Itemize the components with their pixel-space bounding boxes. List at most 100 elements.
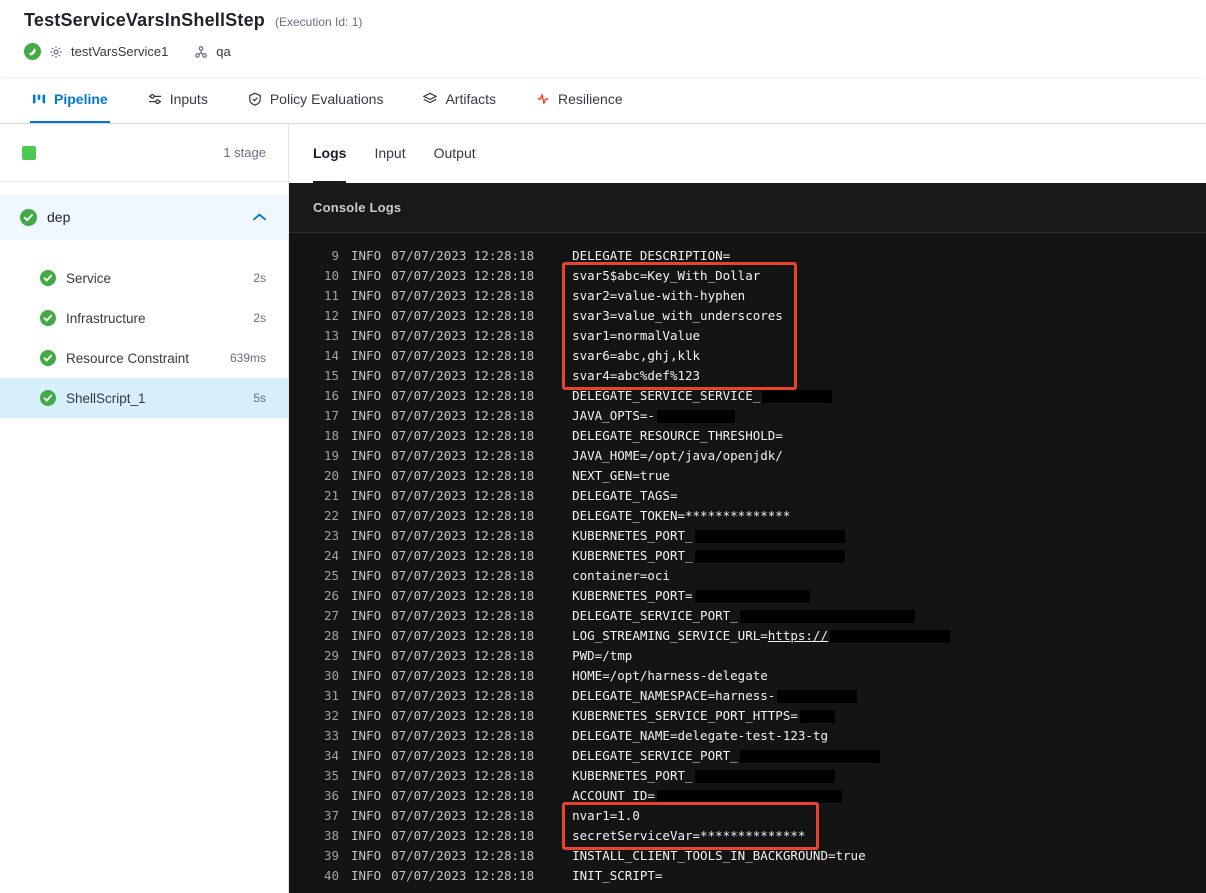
log-level: INFO <box>351 348 382 363</box>
log-level: INFO <box>351 688 382 703</box>
log-level: INFO <box>351 848 382 863</box>
log-row: 10 INFO 07/07/2023 12:28:18 svar5$abc=Key_W… <box>289 266 1206 286</box>
artifacts-icon <box>423 92 438 106</box>
log-timestamp: 07/07/2023 12:28:18 <box>391 608 535 623</box>
log-row: 40 INFO 07/07/2023 12:28:18 INIT_SCRIPT= <box>289 866 1206 886</box>
tab-resilience[interactable]: Resilience <box>534 77 625 123</box>
log-timestamp: 07/07/2023 12:28:18 <box>391 648 535 663</box>
log-timestamp: 07/07/2023 12:28:18 <box>391 468 535 483</box>
log-row: 29 INFO 07/07/2023 12:28:18 PWD=/tmp <box>289 646 1206 666</box>
log-level: INFO <box>351 588 382 603</box>
log-level: INFO <box>351 508 382 523</box>
redacted-value <box>799 710 835 723</box>
log-message: DELEGATE_NAMESPACE=harness- <box>572 686 858 706</box>
step-item-infrastructure[interactable]: Infrastructure 2s <box>0 298 288 338</box>
log-level: INFO <box>351 408 382 423</box>
log-message: DELEGATE_TOKEN=************** <box>572 508 791 523</box>
log-message: svar3=value_with_underscores <box>572 308 783 323</box>
tab-policy-evaluations[interactable]: Policy Evaluations <box>246 77 386 123</box>
log-row: 20 INFO 07/07/2023 12:28:18 NEXT_GEN=true <box>289 466 1206 486</box>
log-timestamp: 07/07/2023 12:28:18 <box>391 348 535 363</box>
step-label: Service <box>66 270 112 286</box>
log-message: JAVA_HOME=/opt/java/openjdk/ <box>572 448 783 463</box>
log-level: INFO <box>351 628 382 643</box>
step-item-shellscript_1[interactable]: ShellScript_1 5s <box>0 378 288 418</box>
log-message: DELEGATE_SERVICE_PORT_ <box>572 746 880 766</box>
log-message: LOG_STREAMING_SERVICE_URL=https:// <box>572 626 950 646</box>
redacted-value <box>656 410 735 423</box>
service-name[interactable]: testVarsService1 <box>71 44 168 59</box>
log-message: NEXT_GEN=true <box>572 468 670 483</box>
log-level: INFO <box>351 868 382 883</box>
log-timestamp: 07/07/2023 12:28:18 <box>391 808 535 823</box>
success-check-icon <box>40 310 56 326</box>
tab-artifacts[interactable]: Artifacts <box>421 77 498 123</box>
line-number: 22 <box>323 508 339 523</box>
line-number: 9 <box>331 248 339 263</box>
redacted-value <box>694 770 835 783</box>
log-row: 26 INFO 07/07/2023 12:28:18 KUBERNETES_PORT… <box>289 586 1206 606</box>
tab-label: Artifacts <box>445 91 497 107</box>
log-timestamp: 07/07/2023 12:28:18 <box>391 388 535 403</box>
step-item-service[interactable]: Service 2s <box>0 258 288 298</box>
line-number: 37 <box>323 808 339 823</box>
chevron-up-icon[interactable] <box>253 213 266 221</box>
log-timestamp: 07/07/2023 12:28:18 <box>391 288 535 303</box>
log-level: INFO <box>351 668 382 683</box>
log-row: 30 INFO 07/07/2023 12:28:18 HOME=/opt/harne… <box>289 666 1206 686</box>
log-message: KUBERNETES_SERVICE_PORT_HTTPS= <box>572 706 835 726</box>
redacted-value <box>830 630 950 643</box>
step-label: ShellScript_1 <box>66 390 146 406</box>
log-row: 12 INFO 07/07/2023 12:28:18 svar3=value_wit… <box>289 306 1206 326</box>
log-row: 31 INFO 07/07/2023 12:28:18 DELEGATE_NAMESP… <box>289 686 1206 706</box>
log-row: 15 INFO 07/07/2023 12:28:18 svar4=abc%def%1… <box>289 366 1206 386</box>
log-level: INFO <box>351 768 382 783</box>
log-message: container=oci <box>572 568 670 583</box>
log-message: svar1=normalValue <box>572 328 701 343</box>
line-number: 15 <box>323 368 339 383</box>
log-row: 37 INFO 07/07/2023 12:28:18 nvar1=1.0 <box>289 806 1206 826</box>
log-row: 27 INFO 07/07/2023 12:28:18 DELEGATE_SERVIC… <box>289 606 1206 626</box>
log-message: svar2=value-with-hyphen <box>572 288 746 303</box>
log-timestamp: 07/07/2023 12:28:18 <box>391 588 535 603</box>
environment-name[interactable]: qa <box>216 44 230 59</box>
log-level: INFO <box>351 728 382 743</box>
console-title: Console Logs <box>313 200 402 215</box>
log-level: INFO <box>351 248 382 263</box>
redacted-value <box>694 550 845 563</box>
line-number: 25 <box>323 568 339 583</box>
tab-pipeline[interactable]: Pipeline <box>30 77 110 123</box>
tab-label: Pipeline <box>54 91 108 107</box>
line-number: 33 <box>323 728 339 743</box>
log-message: svar4=abc%def%123 <box>572 368 701 383</box>
success-check-icon <box>40 390 56 406</box>
stage-group-dep[interactable]: dep <box>0 194 288 240</box>
line-number: 11 <box>323 288 339 303</box>
stage-name: dep <box>47 209 71 225</box>
log-tab-input[interactable]: Input <box>374 124 405 183</box>
tab-inputs[interactable]: Inputs <box>146 77 210 123</box>
log-link[interactable]: https:// <box>768 628 828 643</box>
step-duration: 5s <box>253 391 266 405</box>
stage-status-square <box>22 145 36 160</box>
log-row: 32 INFO 07/07/2023 12:28:18 KUBERNETES_SERV… <box>289 706 1206 726</box>
log-tab-output[interactable]: Output <box>434 124 476 183</box>
line-number: 40 <box>323 868 339 883</box>
line-number: 19 <box>323 448 339 463</box>
log-message: svar6=abc,ghj,klk <box>572 348 701 363</box>
log-timestamp: 07/07/2023 12:28:18 <box>391 668 535 683</box>
line-number: 24 <box>323 548 339 563</box>
stage-header: 1 stage <box>0 124 288 182</box>
line-number: 16 <box>323 388 339 403</box>
log-level: INFO <box>351 708 382 723</box>
log-row: 35 INFO 07/07/2023 12:28:18 KUBERNETES_PORT… <box>289 766 1206 786</box>
log-level: INFO <box>351 388 382 403</box>
log-tab-logs[interactable]: Logs <box>313 124 347 183</box>
header-meta-row: testVarsService1 qa <box>24 43 1182 60</box>
redacted-value <box>694 590 810 603</box>
step-item-resource-constraint[interactable]: Resource Constraint 639ms <box>0 338 288 378</box>
log-row: 33 INFO 07/07/2023 12:28:18 DELEGATE_NAME=d… <box>289 726 1206 746</box>
log-message: INIT_SCRIPT= <box>572 868 663 883</box>
tab-label: Policy Evaluations <box>269 91 384 107</box>
inputs-icon <box>148 92 162 106</box>
